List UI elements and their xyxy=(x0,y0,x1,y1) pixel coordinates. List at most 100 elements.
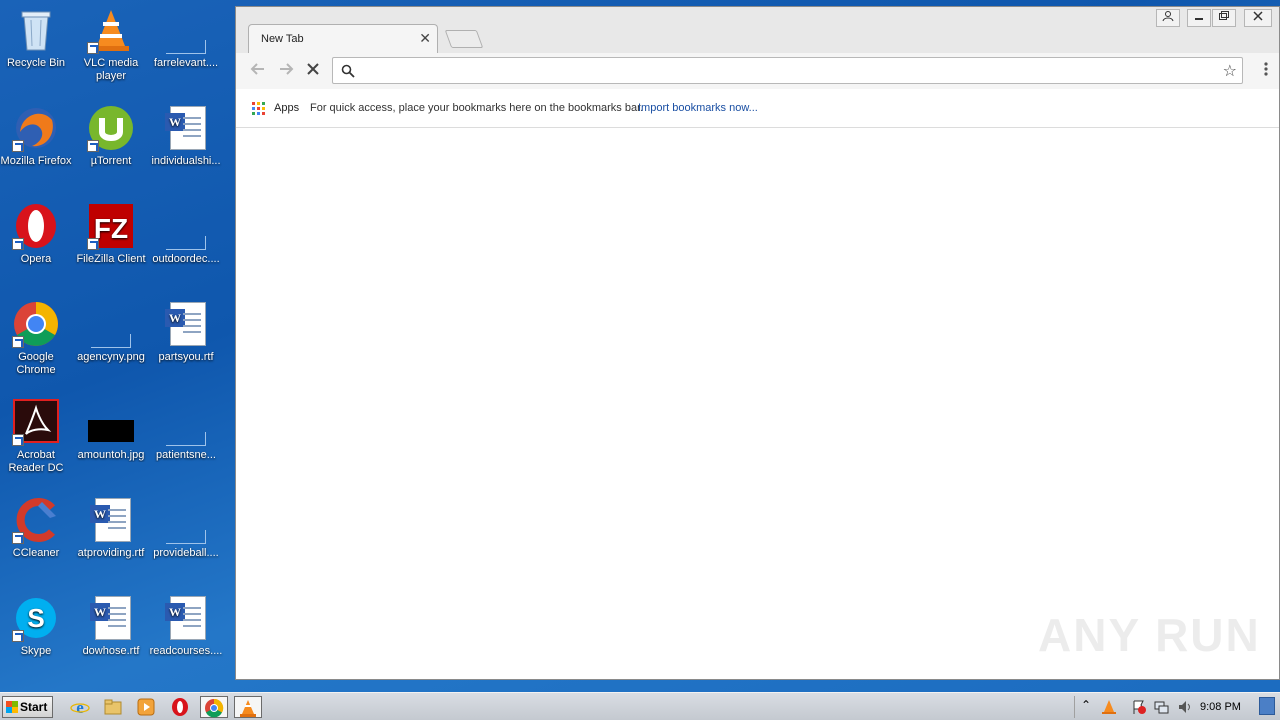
taskbar-media-player-button[interactable] xyxy=(136,697,158,717)
folder-icon xyxy=(104,699,122,715)
address-bar[interactable]: ☆ xyxy=(332,57,1243,84)
new-tab-button[interactable] xyxy=(444,30,484,48)
desktop-icon-label: individualshi... xyxy=(151,155,221,167)
clock[interactable]: 9:08 PM xyxy=(1200,701,1241,713)
desktop-icon-label: Skype xyxy=(20,645,52,657)
back-button[interactable] xyxy=(248,61,268,81)
back-arrow-icon xyxy=(250,63,264,75)
desktop-icon-label: Google Chrome xyxy=(16,351,56,376)
desktop-icon-label: agencyny.png xyxy=(77,351,145,363)
desktop-icon-atproviding-rtf[interactable]: W atproviding.rtf xyxy=(73,496,149,588)
taskbar-chrome-button[interactable] xyxy=(200,696,228,718)
forward-button[interactable] xyxy=(276,61,296,81)
desktop-icon-utorrent[interactable]: µTorrent xyxy=(73,104,149,196)
acrobat-icon xyxy=(12,398,60,446)
desktop-icon-label: amountoh.jpg xyxy=(77,449,145,461)
desktop-icon-label: provideball.... xyxy=(153,547,219,559)
show-hidden-icons-chevron-icon[interactable]: ⌃ xyxy=(1081,698,1091,712)
taskbar-vlc-button[interactable] xyxy=(234,696,262,718)
show-desktop-button[interactable] xyxy=(1259,697,1275,715)
volume-icon[interactable] xyxy=(1177,699,1193,715)
vlc-cone-icon xyxy=(87,6,135,54)
apps-shortcut[interactable]: Apps xyxy=(274,102,299,114)
desktop-icon-label: partsyou.rtf xyxy=(158,351,214,363)
desktop-icon-dowhose-rtf[interactable]: W dowhose.rtf xyxy=(73,594,149,686)
word-document-icon: W xyxy=(162,594,210,642)
desktop: Recycle Bin Mozilla Firefox Opera Google… xyxy=(0,0,240,692)
chrome-window: New Tab ✕ ☆ Apps For quick access, place… xyxy=(235,6,1280,680)
desktop-icon-farrelevant[interactable]: farrelevant.... xyxy=(148,6,224,98)
taskbar-ie-button[interactable]: e xyxy=(70,697,92,717)
minimize-button[interactable] xyxy=(1187,9,1211,27)
action-center-flag-icon[interactable] xyxy=(1131,699,1147,715)
start-button[interactable]: Start xyxy=(2,696,53,718)
desktop-icon-patientsne[interactable]: patientsne... xyxy=(148,398,224,490)
desktop-icon-individualshi[interactable]: W individualshi... xyxy=(148,104,224,196)
restore-button[interactable] xyxy=(1212,9,1236,27)
chrome-menu-button[interactable] xyxy=(1263,61,1269,83)
bookmarks-bar: Apps For quick access, place your bookma… xyxy=(236,89,1279,128)
profile-button[interactable] xyxy=(1156,9,1180,27)
desktop-icon-outdoordec[interactable]: outdoordec.... xyxy=(148,202,224,294)
import-bookmarks-link[interactable]: Import bookmarks now... xyxy=(638,102,758,114)
minimize-icon xyxy=(1195,18,1203,20)
desktop-icon-opera[interactable]: Opera xyxy=(0,202,74,294)
chrome-icon xyxy=(12,300,60,348)
svg-text:S: S xyxy=(27,603,44,633)
desktop-icon-filezilla[interactable]: FZ FileZilla Client xyxy=(73,202,149,294)
image-file-icon xyxy=(87,398,135,446)
desktop-icon-chrome[interactable]: Google Chrome xyxy=(0,300,74,392)
search-icon xyxy=(341,64,355,78)
desktop-icon-vlc[interactable]: VLC media player xyxy=(73,6,149,98)
desktop-icon-ccleaner[interactable]: CCleaner xyxy=(0,496,74,588)
desktop-icon-label: outdoordec.... xyxy=(152,253,220,265)
tab-new-tab[interactable]: New Tab ✕ xyxy=(248,24,438,53)
desktop-icon-label: FileZilla Client xyxy=(76,253,146,265)
internet-explorer-icon: e xyxy=(70,698,90,717)
network-icon[interactable] xyxy=(1153,699,1169,715)
apps-grid-icon[interactable] xyxy=(252,102,265,115)
image-file-icon xyxy=(87,300,135,348)
desktop-icon-label: patientsne... xyxy=(156,449,216,461)
desktop-icon-recycle-bin[interactable]: Recycle Bin xyxy=(0,6,74,98)
blank-file-icon xyxy=(162,202,210,250)
desktop-icon-label: µTorrent xyxy=(90,155,132,167)
taskbar-explorer-button[interactable] xyxy=(103,697,125,717)
word-document-icon: W xyxy=(87,594,135,642)
vlc-tray-icon[interactable] xyxy=(1101,699,1117,715)
desktop-icon-label: atproviding.rtf xyxy=(77,547,145,559)
word-document-icon: W xyxy=(162,104,210,152)
desktop-icon-label: farrelevant.... xyxy=(153,57,219,69)
close-icon xyxy=(1253,11,1263,21)
desktop-icon-label: VLC media player xyxy=(83,57,139,82)
desktop-icon-acrobat[interactable]: Acrobat Reader DC xyxy=(0,398,74,490)
desktop-icon-readcourses[interactable]: W readcourses.... xyxy=(148,594,224,686)
opera-icon xyxy=(172,698,188,716)
vlc-cone-icon xyxy=(240,700,256,717)
user-icon xyxy=(1162,11,1174,22)
tab-close-icon[interactable]: ✕ xyxy=(419,30,431,47)
svg-text:FZ: FZ xyxy=(94,213,128,244)
close-window-button[interactable] xyxy=(1244,9,1272,27)
tab-title: New Tab xyxy=(261,33,304,45)
desktop-icon-skype[interactable]: S Skype xyxy=(0,594,74,686)
desktop-icon-firefox[interactable]: Mozilla Firefox xyxy=(0,104,74,196)
bookmark-star-icon[interactable]: ☆ xyxy=(1223,61,1237,81)
desktop-icon-partsyou-rtf[interactable]: W partsyou.rtf xyxy=(148,300,224,392)
anyrun-watermark: ANY RUN xyxy=(1038,609,1261,661)
stop-loading-button[interactable] xyxy=(303,61,323,81)
ccleaner-icon xyxy=(12,496,60,544)
restore-icon xyxy=(1219,11,1229,20)
desktop-icon-label: dowhose.rtf xyxy=(82,645,140,657)
desktop-icon-agencyny-png[interactable]: agencyny.png xyxy=(73,300,149,392)
word-document-icon: W xyxy=(162,300,210,348)
desktop-icon-label: Mozilla Firefox xyxy=(0,155,72,167)
start-label: Start xyxy=(20,700,48,714)
desktop-icon-amountoh-jpg[interactable]: amountoh.jpg xyxy=(73,398,149,490)
address-input[interactable] xyxy=(359,61,1209,81)
blank-file-icon xyxy=(162,496,210,544)
desktop-icon-provideball[interactable]: provideball.... xyxy=(148,496,224,588)
media-player-icon xyxy=(137,698,155,716)
taskbar-opera-button[interactable] xyxy=(170,697,192,717)
bookmarks-hint-text: For quick access, place your bookmarks h… xyxy=(310,102,644,114)
